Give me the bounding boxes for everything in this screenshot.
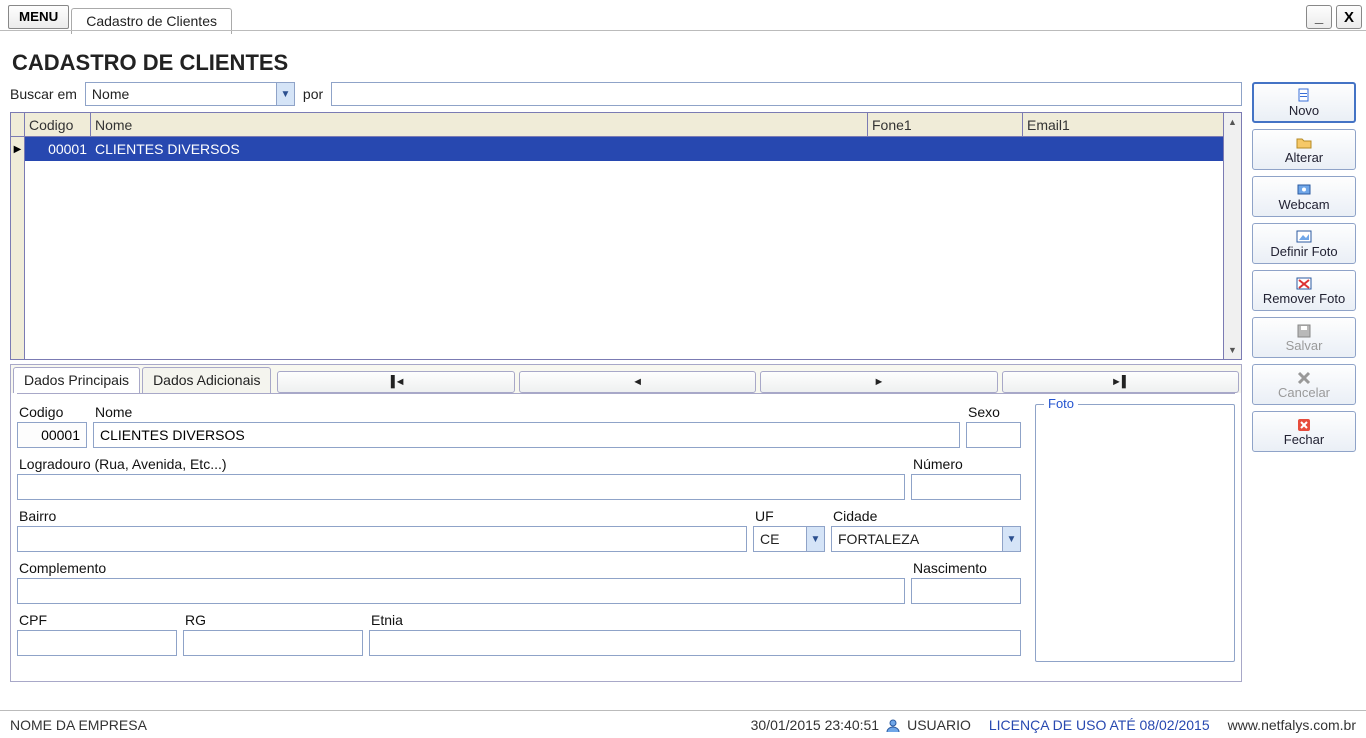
search-term-label: por <box>303 86 323 102</box>
fechar-button[interactable]: Fechar <box>1252 411 1356 452</box>
numero-label: Número <box>913 456 1021 472</box>
webcam-icon <box>1296 182 1312 196</box>
remover-foto-button[interactable]: Remover Foto <box>1252 270 1356 311</box>
status-user: USUARIO <box>907 717 971 733</box>
status-bar: NOME DA EMPRESA 30/01/2015 23:40:51 USUA… <box>0 710 1366 738</box>
webcam-button[interactable]: Webcam <box>1252 176 1356 217</box>
close-window-button[interactable]: X <box>1336 5 1362 29</box>
cidade-value: FORTALEZA <box>831 526 1003 552</box>
cpf-field[interactable] <box>17 630 177 656</box>
bairro-label: Bairro <box>19 508 747 524</box>
status-company: NOME DA EMPRESA <box>10 717 147 733</box>
search-field-label: Buscar em <box>10 86 77 102</box>
save-icon <box>1296 323 1312 337</box>
nav-prev-button[interactable]: ◄ <box>519 371 756 393</box>
nascimento-label: Nascimento <box>913 560 1021 576</box>
grid-scrollbar[interactable]: ▲ ▼ <box>1223 113 1241 359</box>
bairro-field[interactable] <box>17 526 747 552</box>
alterar-button[interactable]: Alterar <box>1252 129 1356 170</box>
minimize-button[interactable]: _ <box>1306 5 1332 29</box>
cancelar-button: Cancelar <box>1252 364 1356 405</box>
nav-last-button[interactable]: ►▌ <box>1002 371 1239 393</box>
col-codigo[interactable]: Codigo <box>25 113 91 136</box>
grid-row-indicator: ▶ <box>11 137 24 161</box>
cell-nome: CLIENTES DIVERSOS <box>91 137 868 161</box>
topbar-separator <box>0 30 1366 31</box>
cancel-icon <box>1296 370 1312 384</box>
codigo-label: Codigo <box>19 404 87 420</box>
uf-value: CE <box>753 526 807 552</box>
scroll-up-icon[interactable]: ▲ <box>1224 113 1241 131</box>
sexo-field[interactable] <box>966 422 1021 448</box>
salvar-button: Salvar <box>1252 317 1356 358</box>
etnia-field[interactable] <box>369 630 1021 656</box>
chevron-down-icon[interactable]: ▼ <box>1003 526 1021 552</box>
logradouro-field[interactable] <box>17 474 905 500</box>
status-datetime: 30/01/2015 23:40:51 <box>751 717 879 733</box>
user-icon <box>885 718 901 732</box>
etnia-label: Etnia <box>371 612 1021 628</box>
status-license: LICENÇA DE USO ATÉ 08/02/2015 <box>989 717 1210 733</box>
novo-button[interactable]: Novo <box>1252 82 1356 123</box>
rg-field[interactable] <box>183 630 363 656</box>
logradouro-label: Logradouro (Rua, Avenida, Etc...) <box>19 456 905 472</box>
uf-combo[interactable]: CE ▼ <box>753 526 825 552</box>
remover-foto-label: Remover Foto <box>1263 291 1345 306</box>
image-remove-icon <box>1296 276 1312 290</box>
grid-gutter: ▶ <box>11 113 25 359</box>
cell-fone1 <box>868 137 1023 161</box>
col-nome[interactable]: Nome <box>91 113 868 136</box>
cpf-label: CPF <box>19 612 177 628</box>
scroll-down-icon[interactable]: ▼ <box>1224 341 1241 359</box>
menu-button[interactable]: MENU <box>8 5 69 29</box>
webcam-label: Webcam <box>1278 197 1329 212</box>
alterar-label: Alterar <box>1285 150 1323 165</box>
photo-legend: Foto <box>1044 396 1078 411</box>
chevron-down-icon[interactable]: ▼ <box>276 83 294 105</box>
col-email1[interactable]: Email1 <box>1023 113 1223 136</box>
tab-dados-adicionais[interactable]: Dados Adicionais <box>142 367 271 393</box>
status-site: www.netfalys.com.br <box>1228 717 1356 733</box>
cidade-label: Cidade <box>833 508 1021 524</box>
image-set-icon <box>1296 229 1312 243</box>
nascimento-field[interactable] <box>911 578 1021 604</box>
definir-foto-button[interactable]: Definir Foto <box>1252 223 1356 264</box>
photo-box: Foto <box>1035 404 1235 662</box>
fechar-label: Fechar <box>1284 432 1324 447</box>
codigo-field <box>17 422 87 448</box>
complemento-field[interactable] <box>17 578 905 604</box>
chevron-down-icon[interactable]: ▼ <box>807 526 825 552</box>
definir-foto-label: Definir Foto <box>1270 244 1337 259</box>
novo-label: Novo <box>1289 103 1319 118</box>
close-icon <box>1296 417 1312 431</box>
salvar-label: Salvar <box>1286 338 1323 353</box>
search-field-combo[interactable]: Nome ▼ <box>85 82 295 106</box>
uf-label: UF <box>755 508 825 524</box>
clients-grid: ▶ Codigo Nome Fone1 Email1 00001 CLIENTE… <box>10 112 1242 360</box>
cidade-combo[interactable]: FORTALEZA ▼ <box>831 526 1021 552</box>
nome-label: Nome <box>95 404 960 420</box>
sexo-label: Sexo <box>968 404 1021 420</box>
folder-open-icon <box>1296 135 1312 149</box>
table-row[interactable]: 00001 CLIENTES DIVERSOS <box>25 137 1223 161</box>
search-field-value: Nome <box>86 86 276 102</box>
cell-codigo: 00001 <box>25 137 91 161</box>
numero-field[interactable] <box>911 474 1021 500</box>
tab-dados-principais[interactable]: Dados Principais <box>13 367 140 393</box>
col-fone1[interactable]: Fone1 <box>868 113 1023 136</box>
search-row: Buscar em Nome ▼ por <box>10 82 1242 106</box>
page-title: CADASTRO DE CLIENTES <box>12 50 1356 76</box>
rg-label: RG <box>185 612 363 628</box>
search-term-input[interactable] <box>331 82 1242 106</box>
cell-email1 <box>1023 137 1223 161</box>
complemento-label: Complemento <box>19 560 905 576</box>
form-area: Dados Principais Dados Adicionais ▐◄ ◄ ►… <box>10 364 1242 682</box>
new-file-icon <box>1296 88 1312 102</box>
nav-next-button[interactable]: ► <box>760 371 997 393</box>
cancelar-label: Cancelar <box>1278 385 1330 400</box>
nav-first-button[interactable]: ▐◄ <box>277 371 514 393</box>
grid-header: Codigo Nome Fone1 Email1 <box>25 113 1223 137</box>
nome-field[interactable] <box>93 422 960 448</box>
